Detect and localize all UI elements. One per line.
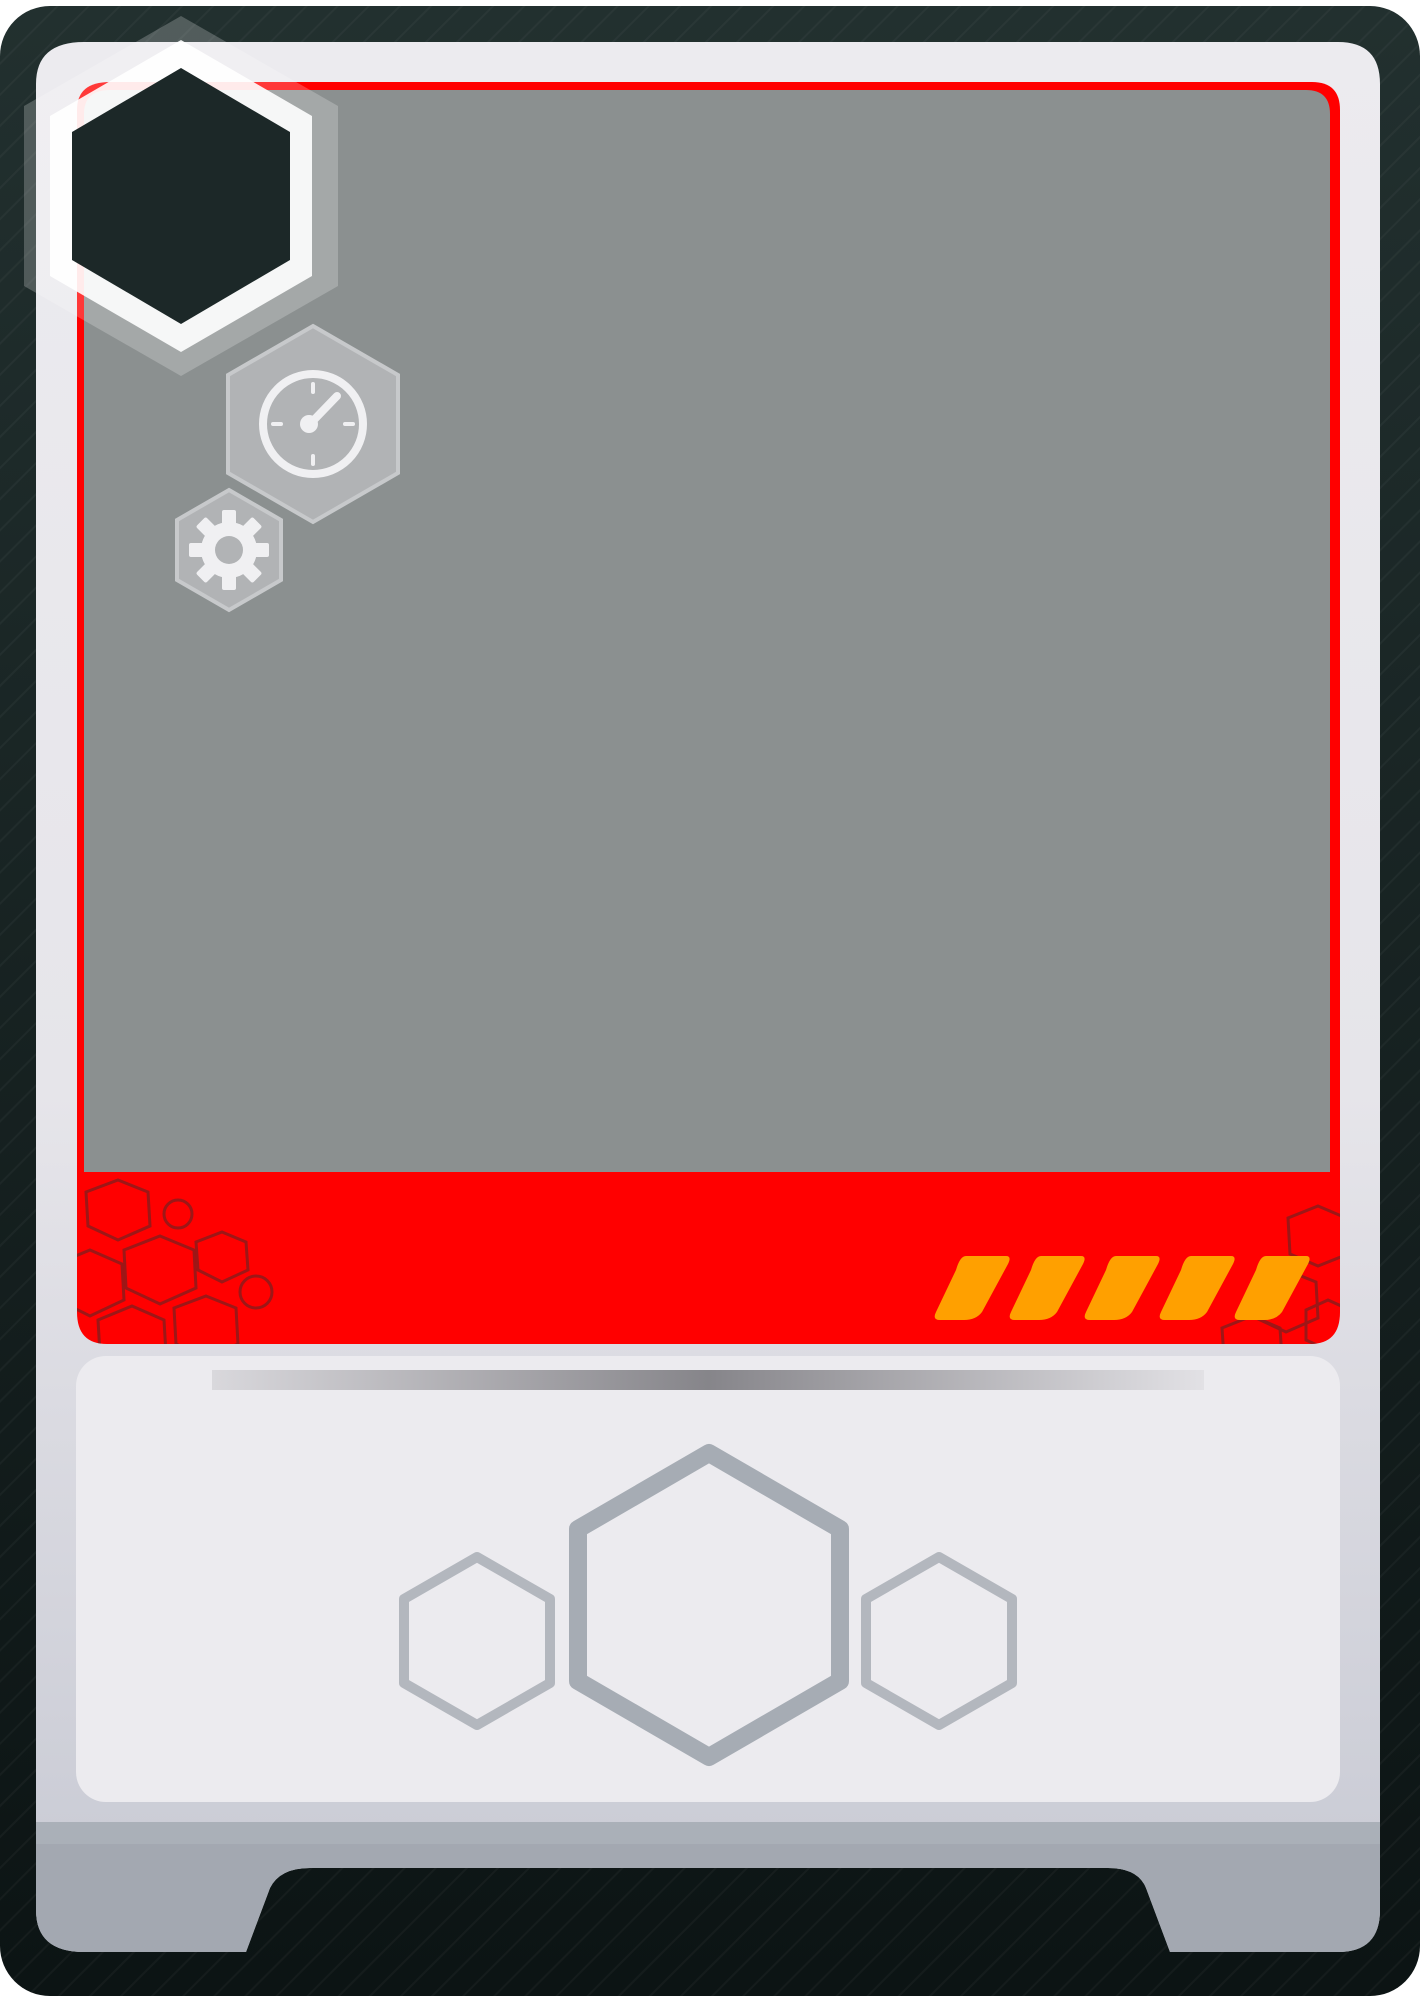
divider-bar <box>212 1370 1204 1390</box>
gear-icon <box>189 510 269 590</box>
stopwatch-icon <box>259 370 367 478</box>
card-frame <box>0 6 1420 1996</box>
text-box-panel <box>76 1356 1340 1802</box>
